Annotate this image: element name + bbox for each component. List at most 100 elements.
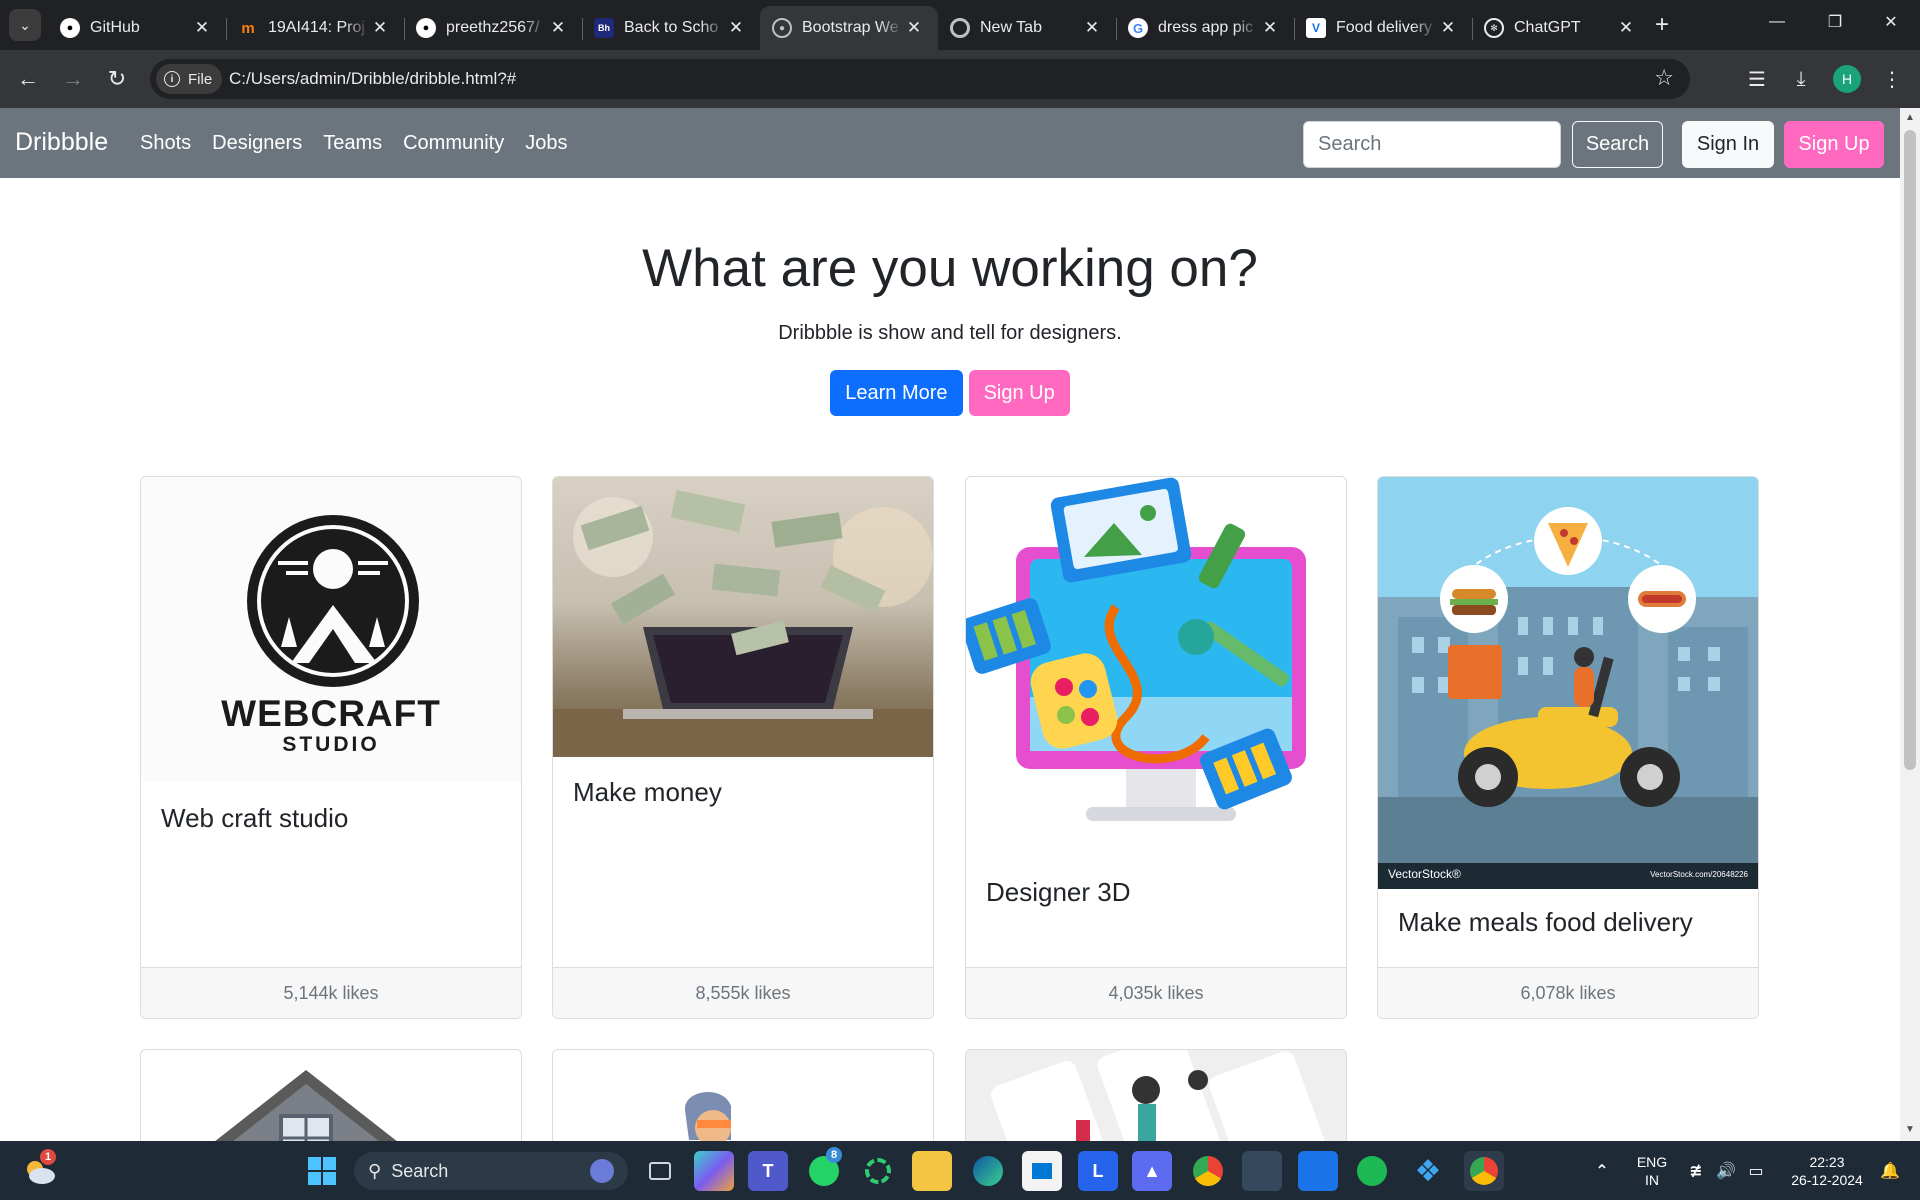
shot-card-house[interactable] bbox=[140, 1049, 522, 1141]
shot-card-webcraft[interactable]: WEBCRAFT STUDIO Web craft studio 5,144k … bbox=[140, 476, 522, 1019]
weather-widget-icon[interactable]: 1 bbox=[20, 1149, 60, 1191]
language-indicator[interactable]: ENG IN bbox=[1632, 1153, 1672, 1189]
back-button[interactable]: ← bbox=[13, 64, 43, 94]
close-icon[interactable]: ✕ bbox=[370, 18, 390, 38]
tab-title: Back to Scho bbox=[624, 19, 719, 36]
tab-chatgpt[interactable]: ✻ ChatGPT ✕ bbox=[1472, 6, 1650, 50]
tab-github[interactable]: ● GitHub ✕ bbox=[48, 6, 226, 50]
nav-link-teams[interactable]: Teams bbox=[323, 132, 382, 155]
media-control-icon[interactable]: ☰ bbox=[1742, 64, 1772, 94]
character-image bbox=[684, 1092, 731, 1141]
tab-search-button[interactable]: ⌄ bbox=[9, 9, 41, 41]
refresh-app-icon[interactable] bbox=[858, 1151, 898, 1191]
url-text[interactable]: C:/Users/admin/Dribble/dribble.html?# bbox=[229, 69, 516, 89]
bookmark-star-icon[interactable]: ☆ bbox=[1654, 65, 1674, 91]
search-input[interactable] bbox=[1303, 121, 1561, 168]
battery-icon[interactable]: ▭ bbox=[1736, 1151, 1776, 1191]
teams-icon[interactable]: T bbox=[748, 1151, 788, 1191]
microsoft-store-icon[interactable] bbox=[1022, 1151, 1062, 1191]
chevron-down-icon: ⌄ bbox=[19, 16, 31, 33]
menu-kebab-icon[interactable]: ⋮ bbox=[1877, 64, 1907, 94]
chrome-taskbar-icon[interactable] bbox=[1188, 1151, 1228, 1191]
nav-link-designers[interactable]: Designers bbox=[212, 132, 302, 155]
browser-toolbar: ← → ↻ i File C:/Users/admin/Dribble/drib… bbox=[0, 50, 1920, 108]
tab-bootstrap[interactable]: ● Bootstrap We ✕ bbox=[760, 6, 938, 50]
address-bar[interactable]: i File C:/Users/admin/Dribble/dribble.ht… bbox=[150, 59, 1690, 99]
weather-badge: 1 bbox=[40, 1149, 56, 1165]
designer-3d-graphic bbox=[966, 477, 1306, 821]
close-icon[interactable]: ✕ bbox=[904, 18, 924, 38]
tray-chevron-icon[interactable]: ⌃ bbox=[1582, 1151, 1622, 1191]
chrome-profile-taskbar-icon[interactable] bbox=[1464, 1151, 1504, 1191]
minimize-button[interactable]: — bbox=[1748, 0, 1806, 44]
mountain-app-icon[interactable]: ▲ bbox=[1132, 1151, 1172, 1191]
card-title: Designer 3D bbox=[986, 877, 1131, 907]
learn-more-button[interactable]: Learn More bbox=[830, 370, 963, 416]
profile-avatar[interactable]: H bbox=[1833, 65, 1861, 93]
phone-link-icon[interactable] bbox=[1298, 1151, 1338, 1191]
hero-title: What are you working on? bbox=[642, 239, 1258, 298]
hero-subtitle: Dribbble is show and tell for designers. bbox=[778, 322, 1122, 344]
close-icon[interactable]: ✕ bbox=[726, 18, 746, 38]
close-icon[interactable]: ✕ bbox=[192, 18, 212, 38]
search-button[interactable]: Search bbox=[1572, 121, 1663, 168]
copilot-icon[interactable] bbox=[694, 1151, 734, 1191]
whatsapp-icon[interactable]: 8 bbox=[804, 1147, 844, 1191]
tab-new-tab[interactable]: New Tab ✕ bbox=[938, 6, 1116, 50]
nav-link-shots[interactable]: Shots bbox=[140, 132, 191, 155]
brand-logo[interactable]: Dribbble bbox=[15, 128, 108, 157]
spotify-icon[interactable] bbox=[1352, 1151, 1392, 1191]
webcraft-logo-image: WEBCRAFT STUDIO bbox=[141, 477, 521, 782]
scroll-thumb[interactable] bbox=[1904, 130, 1916, 770]
language-code: ENG bbox=[1636, 1154, 1668, 1170]
sign-up-button[interactable]: Sign Up bbox=[1784, 121, 1884, 168]
shot-card-character[interactable] bbox=[552, 1049, 934, 1141]
edge-icon[interactable] bbox=[968, 1151, 1008, 1191]
nav-link-jobs[interactable]: Jobs bbox=[525, 132, 567, 155]
tab-vectorstock[interactable]: V Food delivery ✕ bbox=[1294, 6, 1472, 50]
clock[interactable]: 22:23 26-12-2024 bbox=[1780, 1153, 1874, 1189]
close-icon[interactable]: ✕ bbox=[1438, 18, 1458, 38]
shot-card-make-money[interactable]: Make money 8,555k likes bbox=[552, 476, 934, 1019]
windows-start-icon[interactable] bbox=[302, 1151, 342, 1191]
tab-github-repo[interactable]: ● preethz2567/ ✕ bbox=[404, 6, 582, 50]
scroll-up-arrow-icon[interactable]: ▲ bbox=[1905, 112, 1915, 123]
sign-in-button[interactable]: Sign In bbox=[1682, 121, 1774, 168]
shot-card-food-delivery[interactable]: VectorStock® VectorStock.com/20648226 Ma… bbox=[1377, 476, 1759, 1019]
nav-link-community[interactable]: Community bbox=[403, 132, 504, 155]
site-info-chip[interactable]: i File bbox=[156, 64, 223, 94]
nav-links: Shots Designers Teams Community Jobs bbox=[140, 132, 568, 155]
tab-moodle[interactable]: m 19AI414: Proj ✕ bbox=[226, 6, 404, 50]
close-icon[interactable]: ✕ bbox=[548, 18, 568, 38]
keyboard-app-icon[interactable] bbox=[1242, 1151, 1282, 1191]
shot-card-dress-app[interactable] bbox=[965, 1049, 1347, 1141]
close-window-button[interactable]: ✕ bbox=[1862, 0, 1920, 44]
tab-behance[interactable]: Bh Back to Scho ✕ bbox=[582, 6, 760, 50]
taskbar-search-label: Search bbox=[391, 1160, 449, 1181]
taskbar-search-box[interactable]: ⚲ Search bbox=[354, 1152, 628, 1190]
file-explorer-icon[interactable] bbox=[912, 1151, 952, 1191]
tab-google[interactable]: G dress app pic ✕ bbox=[1116, 6, 1294, 50]
reload-button[interactable]: ↻ bbox=[102, 64, 132, 94]
card-likes: 6,078k likes bbox=[1378, 967, 1758, 1018]
download-icon[interactable]: ⤓ bbox=[1786, 64, 1816, 94]
restore-button[interactable]: ❐ bbox=[1806, 0, 1864, 44]
hero-sign-up-button[interactable]: Sign Up bbox=[968, 370, 1070, 416]
close-icon[interactable]: ✕ bbox=[1616, 18, 1636, 38]
tab-title: 19AI414: Proj bbox=[268, 19, 365, 36]
task-view-icon[interactable] bbox=[640, 1151, 680, 1191]
tab-title: New Tab bbox=[980, 19, 1042, 36]
vscode-icon[interactable]: ❖ bbox=[1408, 1151, 1448, 1191]
region-code: IN bbox=[1645, 1172, 1659, 1188]
close-icon[interactable]: ✕ bbox=[1082, 18, 1102, 38]
shot-card-designer-3d[interactable]: Designer 3D 4,035k likes bbox=[965, 476, 1347, 1019]
page-scrollbar[interactable]: ▲ ▼ bbox=[1900, 108, 1920, 1141]
close-icon[interactable]: ✕ bbox=[1260, 18, 1280, 38]
l-app-icon[interactable]: L bbox=[1078, 1151, 1118, 1191]
info-icon: i bbox=[164, 71, 180, 87]
new-tab-button[interactable]: + bbox=[1648, 11, 1676, 39]
scroll-down-arrow-icon[interactable]: ▼ bbox=[1905, 1124, 1915, 1135]
vectorstock-watermark-url: VectorStock.com/20648226 bbox=[1650, 870, 1748, 879]
notification-bell-icon[interactable]: 🔔 bbox=[1870, 1151, 1910, 1191]
forward-button[interactable]: → bbox=[58, 64, 88, 94]
